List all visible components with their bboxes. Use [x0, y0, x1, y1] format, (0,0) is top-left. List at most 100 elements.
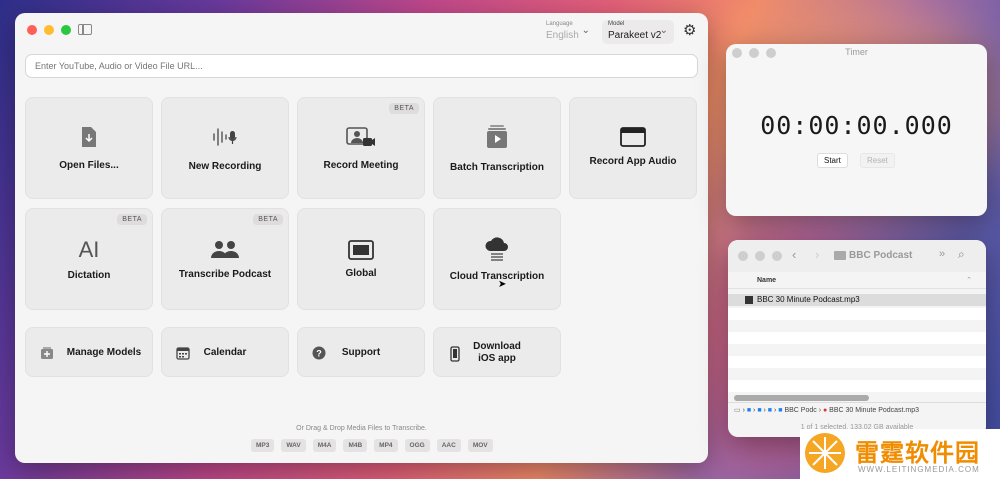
format-list: MP3 WAV M4A M4B MP4 OGG AAC MOV [251, 439, 493, 452]
tile-label-line1: Download [473, 341, 521, 352]
cloud-text-icon [434, 235, 560, 267]
reset-button[interactable]: Reset [860, 153, 895, 168]
transcribe-podcast-button[interactable]: BETA Transcribe Podcast [161, 208, 289, 310]
pathbar-divider [728, 402, 986, 403]
watermark-logo-icon [805, 433, 845, 473]
tile-label: Transcribe Podcast [178, 269, 272, 280]
beta-badge: BETA [117, 214, 147, 225]
start-button[interactable]: Start [817, 153, 848, 168]
new-recording-button[interactable]: New Recording [161, 97, 289, 199]
tile-label: Dictation [67, 270, 111, 281]
column-header-name[interactable]: Name [757, 277, 776, 284]
more-chevrons-icon[interactable]: » [939, 248, 945, 260]
empty-row [728, 308, 986, 320]
tile-label: Calendar [203, 347, 247, 358]
folder-icon [834, 251, 846, 260]
format-badge: OGG [404, 439, 430, 452]
sort-chevron-icon[interactable]: ⌃ [966, 276, 972, 284]
model-picker[interactable]: Model Parakeet v2 ⌄ [602, 20, 674, 44]
download-ios-button[interactable]: Download iOS app [433, 327, 561, 377]
close-button[interactable] [27, 25, 37, 35]
beta-badge: BETA [253, 214, 283, 225]
chevron-down-icon: ⌄ [659, 25, 668, 36]
window-controls [27, 25, 71, 35]
language-value: English [546, 30, 579, 41]
gear-icon[interactable]: ⚙ [683, 21, 696, 39]
tile-label: Cloud Transcription [449, 271, 545, 282]
tile-label: Record Meeting [323, 160, 399, 171]
zoom-button[interactable] [61, 25, 71, 35]
screen-icon [298, 239, 424, 267]
search-icon[interactable]: ⌕ [958, 247, 965, 262]
window-controls [738, 251, 782, 261]
open-files-button[interactable]: Open Files... [25, 97, 153, 199]
language-picker[interactable]: Language English ⌄ [540, 20, 596, 44]
close-button[interactable] [738, 251, 748, 261]
format-badge: WAV [281, 439, 306, 452]
calendar-button[interactable]: Calendar [161, 327, 289, 377]
url-input[interactable] [25, 54, 698, 78]
drop-hint: Or Drag & Drop Media Files to Transcribe… [296, 425, 427, 432]
model-caption: Model [608, 21, 625, 27]
language-caption: Language [546, 21, 573, 27]
tile-label: Global [345, 268, 377, 279]
forward-chevron-icon[interactable]: › [815, 247, 819, 262]
support-button[interactable]: ? Support [297, 327, 425, 377]
format-badge: M4B [343, 439, 368, 452]
sidebar-toggle-icon[interactable] [78, 24, 92, 35]
stacked-play-icon [434, 124, 560, 156]
tile-label: Manage Models [66, 347, 142, 358]
beta-badge: BETA [389, 103, 419, 114]
zoom-button[interactable] [772, 251, 782, 261]
format-badge: M4A [312, 439, 337, 452]
timer-window: Timer 00:00:00.000 Start Reset [726, 44, 987, 216]
empty-row [728, 380, 986, 392]
path-folder[interactable]: BBC Podc [784, 407, 816, 414]
record-meeting-button[interactable]: BETA Record Meeting [297, 97, 425, 199]
audio-file-icon: ● [822, 407, 828, 414]
tile-label: New Recording [188, 161, 262, 172]
minimize-button[interactable] [44, 25, 54, 35]
text-cursor-icon: AI [78, 237, 100, 262]
model-value: Parakeet v2 [608, 30, 662, 41]
add-box-icon [36, 346, 58, 363]
folder-icon: ■ [746, 407, 752, 414]
cloud-transcription-button[interactable]: Cloud Transcription ➤ [433, 208, 561, 310]
watermark: 雷霆软件园 WWW.LEITINGMEDIA.COM [800, 429, 1000, 479]
watermark-url: WWW.LEITINGMEDIA.COM [858, 465, 980, 474]
record-app-audio-button[interactable]: Record App Audio [569, 97, 697, 199]
video-person-icon [298, 126, 424, 154]
mouse-cursor-icon: ➤ [498, 279, 507, 290]
two-people-icon [162, 239, 288, 265]
window-title: Timer [845, 47, 868, 57]
folder-icon: ■ [778, 407, 783, 414]
minimize-button[interactable] [755, 251, 765, 261]
disk-icon: ▭ [734, 407, 741, 414]
back-chevron-icon[interactable]: ‹ [792, 247, 796, 262]
empty-row [728, 332, 986, 344]
chevron-down-icon: ⌄ [581, 25, 590, 36]
timer-display: 00:00:00.000 [760, 111, 953, 140]
app-window-icon [570, 126, 696, 154]
tile-label: Record App Audio [589, 156, 677, 167]
tile-label: Support [341, 347, 381, 358]
watermark-cn: 雷霆软件园 [855, 439, 980, 467]
path-file[interactable]: BBC 30 Minute Podcast.mp3 [829, 407, 919, 414]
file-download-icon [26, 126, 152, 154]
batch-transcription-button[interactable]: Batch Transcription [433, 97, 561, 199]
horizontal-scrollbar[interactable] [734, 395, 869, 401]
main-window: Language English ⌄ Model Parakeet v2 ⌄ ⚙… [15, 13, 708, 463]
folder-icon: ■ [767, 407, 773, 414]
tile-label: Download iOS app [434, 341, 560, 365]
format-badge: MOV [467, 439, 493, 452]
global-button[interactable]: Global [297, 208, 425, 310]
dictation-button[interactable]: BETA AI Dictation [25, 208, 153, 310]
tile-label-line2: iOS app [478, 353, 516, 364]
manage-models-button[interactable]: Manage Models [25, 327, 153, 377]
format-badge: MP3 [251, 439, 275, 452]
format-badge: MP4 [374, 439, 398, 452]
file-name: BBC 30 Minute Podcast.mp3 [757, 295, 860, 304]
file-row[interactable]: BBC 30 Minute Podcast.mp3 [728, 294, 986, 306]
tile-label: Open Files... [59, 160, 119, 171]
tile-label: Batch Transcription [450, 162, 544, 173]
